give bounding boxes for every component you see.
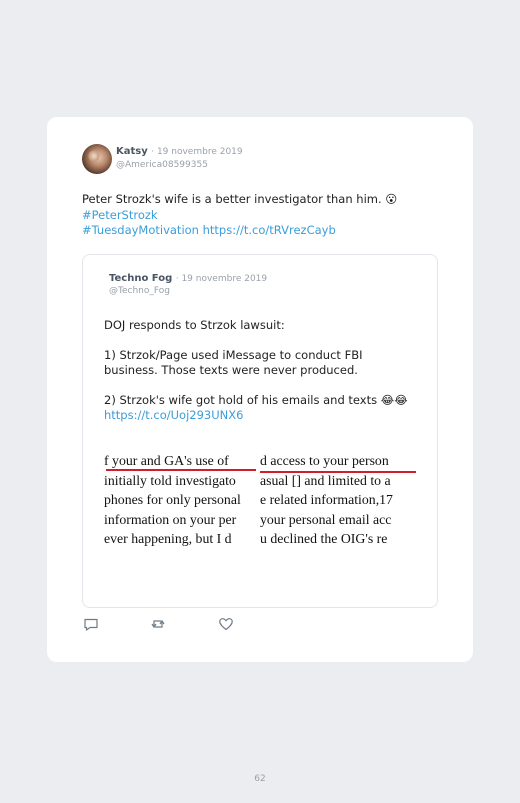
like-button[interactable]: [218, 616, 234, 632]
tweet-date: · 19 novembre 2019: [151, 147, 243, 157]
author-name-line[interactable]: Katsy · 19 novembre 2019: [116, 146, 243, 157]
tweet-body: Peter Strozk's wife is a better investig…: [82, 192, 452, 239]
hashtag-peterstrozk[interactable]: #PeterStrozk: [82, 208, 452, 224]
excerpt-line: asual [] and limited to a: [260, 472, 391, 488]
excerpt-line: information on your per: [104, 511, 237, 527]
excerpt-line: initially told investigato: [104, 472, 236, 488]
document-excerpt-left: f your and GA's use of initially told in…: [104, 451, 258, 549]
retweet-button[interactable]: [150, 616, 166, 632]
quoted-link[interactable]: https://t.co/Uoj293UNX6: [104, 408, 424, 423]
quoted-text-line: DOJ responds to Strzok lawsuit:: [104, 318, 285, 332]
retweet-icon: [151, 619, 165, 629]
red-underline: [260, 471, 416, 473]
tweet-text-line: Peter Strozk's wife is a better investig…: [82, 192, 398, 206]
heart-icon: [219, 618, 233, 631]
quoted-tweet[interactable]: Techno Fog · 19 novembre 2019 @Techno_Fo…: [82, 254, 438, 608]
excerpt-line: phones for only personal: [104, 492, 241, 507]
quoted-author-name[interactable]: Techno Fog: [109, 273, 172, 284]
excerpt-line: d access to your person: [260, 453, 389, 468]
reply-icon: [84, 618, 98, 631]
quoted-date: · 19 novembre 2019: [175, 274, 268, 284]
quoted-text-line: 1) Strzok/Page used iMessage to conduct …: [104, 348, 363, 362]
author-handle[interactable]: @America08599355: [116, 160, 208, 170]
quoted-tweet-body: DOJ responds to Strzok lawsuit: 1) Strzo…: [104, 318, 424, 423]
excerpt-line: e related information,17: [260, 492, 393, 507]
page-number: 62: [254, 774, 266, 784]
excerpt-line: ever happening, but I d: [104, 531, 232, 546]
tweet-link[interactable]: https://t.co/tRVrezCayb: [203, 223, 336, 237]
quoted-author-line[interactable]: Techno Fog · 19 novembre 2019: [109, 273, 267, 284]
quoted-text-line: business. Those texts were never produce…: [104, 363, 358, 377]
document-excerpt-image[interactable]: f your and GA's use of initially told in…: [104, 451, 418, 551]
quoted-author-handle[interactable]: @Techno_Fog: [109, 286, 170, 296]
excerpt-line: your personal email acc: [260, 511, 392, 527]
tweet-card: Katsy · 19 novembre 2019 @America0859935…: [47, 117, 473, 662]
quoted-text-line: 2) Strzok's wife got hold of his emails …: [104, 393, 408, 407]
document-excerpt-right: d access to your person asual [] and lim…: [260, 451, 418, 549]
hashtag-tuesdaymotivation[interactable]: #TuesdayMotivation: [82, 223, 199, 237]
red-underline: [106, 469, 256, 471]
excerpt-line: f your and GA's use of: [104, 453, 229, 468]
author-avatar[interactable]: [82, 144, 112, 174]
excerpt-line: u declined the OIG's re: [260, 531, 388, 546]
author-name[interactable]: Katsy: [116, 146, 148, 157]
reply-button[interactable]: [83, 616, 99, 632]
